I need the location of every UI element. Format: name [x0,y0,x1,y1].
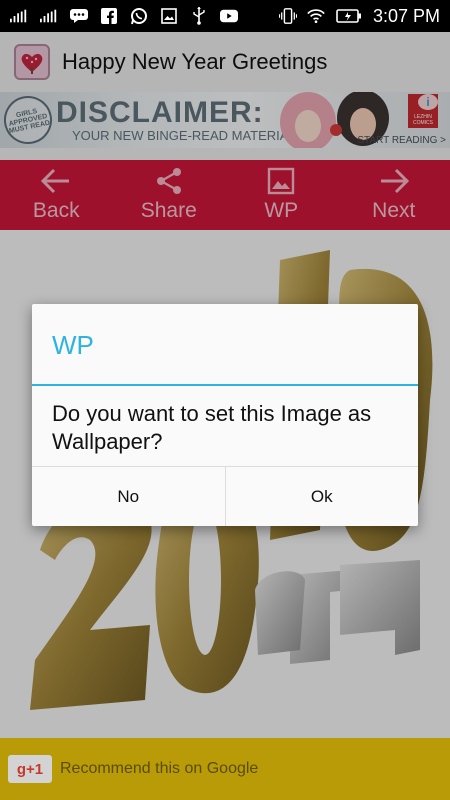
facebook-icon [100,8,118,24]
dialog-divider [32,384,418,386]
dialog-message: Do you want to set this Image as Wallpap… [52,401,372,454]
whatsapp-icon [130,8,148,25]
vibrate-icon [278,8,297,24]
dialog-title: WP [52,330,94,360]
status-icons-left [10,7,238,25]
usb-icon [190,7,208,25]
image-icon [160,8,178,24]
no-button[interactable]: No [32,467,225,526]
wallpaper-dialog: WP Do you want to set this Image as Wall… [32,304,418,526]
google-recommend-bar[interactable]: g+1 Recommend this on Google [0,738,450,800]
signal-icon [40,8,58,24]
wifi-icon [307,8,325,24]
status-bar: 3:07 PM [0,0,450,32]
ok-button[interactable]: Ok [224,467,419,526]
recommend-text: Recommend this on Google [60,760,259,777]
status-time: 3:07 PM [372,5,440,26]
signal-icon [10,8,28,24]
youtube-icon [220,8,238,24]
status-icons-right: 3:07 PM [278,5,440,27]
dialog-buttons: No Ok [32,466,418,526]
message-icon [70,8,88,24]
battery-icon [335,8,363,24]
google-plus-icon[interactable]: g+1 [8,755,52,783]
